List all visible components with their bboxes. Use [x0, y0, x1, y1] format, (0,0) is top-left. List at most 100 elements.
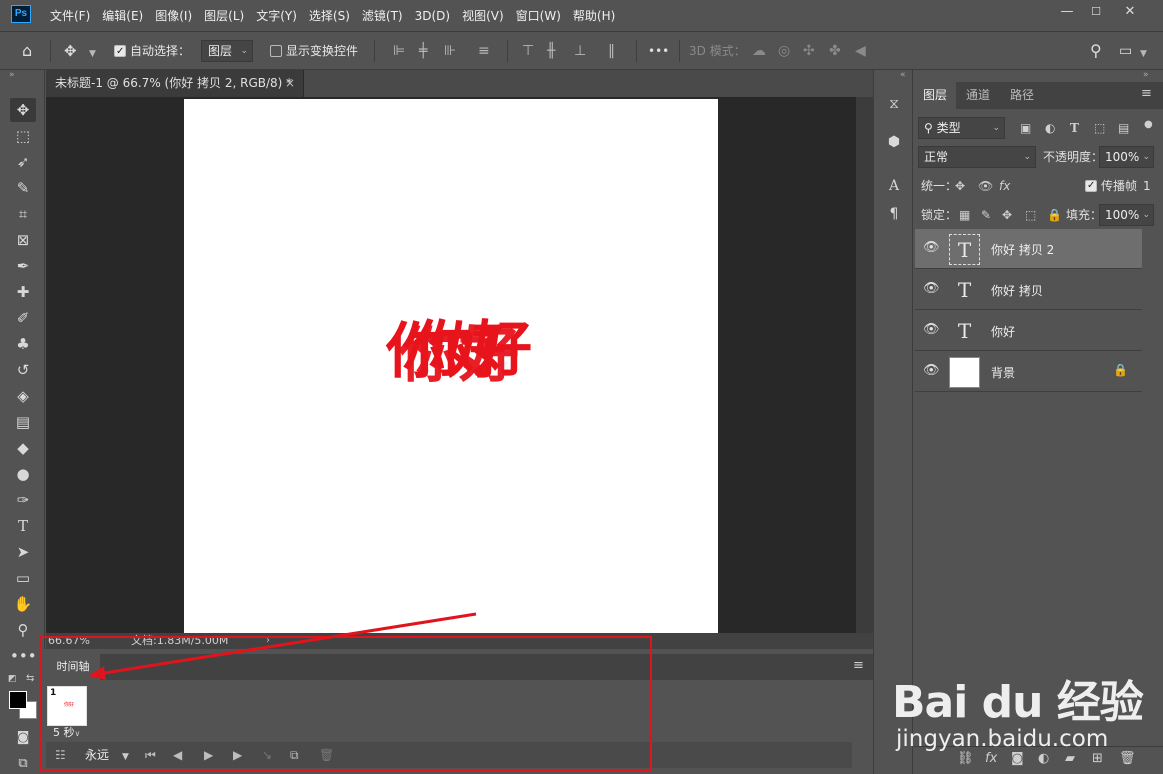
filter-smart-object-icon[interactable]: ▤ — [1118, 119, 1129, 137]
collapse-arrows-icon[interactable]: » — [9, 70, 15, 80]
collapse-arrows-icon[interactable]: « — [900, 70, 906, 80]
checkbox-unchecked-icon[interactable] — [270, 45, 282, 57]
stamp-tool-icon[interactable]: ♣ — [10, 332, 36, 356]
propagate-frame-checkbox[interactable]: 传播帧 — [1085, 177, 1137, 195]
layer-row[interactable]: 👁 T 你好 — [915, 311, 1142, 351]
checkbox-checked-icon[interactable] — [114, 42, 126, 62]
menu-item-6[interactable]: 滤镜(T) — [356, 7, 409, 24]
healing-brush-tool-icon[interactable]: ✚ — [10, 280, 36, 304]
menu-item-10[interactable]: 帮助(H) — [567, 7, 621, 24]
auto-select-target-dropdown[interactable]: 图层 ⌄ — [201, 40, 253, 62]
align-vcenter-icon[interactable]: ╫ — [547, 42, 555, 60]
lock-all-icon[interactable]: 🔒 — [1047, 206, 1062, 224]
foreground-color-swatch[interactable] — [9, 691, 27, 709]
eye-icon[interactable]: 👁 — [923, 322, 940, 337]
layers-panel-menu-icon[interactable]: ≡ — [1141, 86, 1152, 101]
brush-tool-icon[interactable]: ✐ — [10, 306, 36, 330]
blend-mode-dropdown[interactable]: 正常 ⌄ — [918, 146, 1036, 168]
unify-position-icon[interactable]: ✥ — [955, 177, 965, 195]
lock-pixels-icon[interactable]: ✎ — [981, 206, 991, 224]
opacity-input[interactable]: 100% ⌄ — [1099, 146, 1154, 168]
document-tab[interactable]: 未标题-1 @ 66.7% (你好 拷贝 2, RGB/8) * × — [46, 70, 304, 97]
more-options-button[interactable]: ••• — [648, 41, 669, 61]
3d-camera-icon[interactable]: ◀ — [855, 42, 866, 60]
eye-icon[interactable]: 👁 — [923, 363, 940, 378]
menu-item-3[interactable]: 图层(L) — [198, 7, 250, 24]
document-canvas[interactable]: 你好 你好 你好 — [184, 99, 718, 633]
dodge-tool-icon[interactable]: ● — [10, 462, 36, 486]
align-top-icon[interactable]: ⊤ — [522, 42, 534, 60]
frame-tool-icon[interactable]: ⊠ — [10, 228, 36, 252]
blur-tool-icon[interactable]: ◆ — [10, 436, 36, 460]
minimize-button[interactable]: — — [1052, 2, 1082, 22]
close-window-button[interactable]: ✕ — [1115, 2, 1145, 22]
3d-slide-icon[interactable]: ✤ — [829, 42, 841, 60]
unify-style-icon[interactable]: fx — [999, 177, 1010, 195]
3d-panel-icon[interactable]: ⬢ — [881, 130, 907, 154]
fill-input[interactable]: 100% ⌄ — [1099, 204, 1154, 226]
checkbox-checked-icon[interactable] — [1085, 177, 1097, 195]
hand-tool-icon[interactable]: ✋ — [10, 592, 36, 616]
close-tab-icon[interactable]: × — [285, 70, 295, 97]
type-tool-icon[interactable]: T — [10, 514, 36, 538]
screen-mode-icon[interactable]: ⧉ — [10, 752, 36, 774]
quick-mask-icon[interactable]: ◙ — [10, 726, 36, 750]
eyedropper-tool-icon[interactable]: ✒ — [10, 254, 36, 278]
history-brush-tool-icon[interactable]: ↺ — [10, 358, 36, 382]
eye-icon[interactable]: 👁 — [923, 240, 940, 255]
path-select-tool-icon[interactable]: ➤ — [10, 540, 36, 564]
filter-toggle-icon[interactable]: ● — [1144, 116, 1153, 134]
move-tool-preset-icon[interactable]: ✥ — [64, 42, 77, 60]
tab-paths[interactable]: 路径 — [1001, 82, 1043, 109]
move-tool-icon[interactable]: ✥ — [10, 98, 36, 122]
tab-layers[interactable]: 图层 — [914, 82, 957, 109]
marquee-tool-icon[interactable]: ⬚ — [10, 124, 36, 148]
menu-item-1[interactable]: 编辑(E) — [96, 7, 149, 24]
align-right-icon[interactable]: ⊪ — [444, 42, 456, 60]
layer-row[interactable]: 👁 T 你好 拷贝 2 — [915, 229, 1142, 269]
menu-item-2[interactable]: 图像(I) — [149, 7, 198, 24]
distribute-horizontal-icon[interactable]: ‖ — [608, 42, 615, 60]
filter-pixel-icon[interactable]: ▣ — [1020, 119, 1031, 137]
auto-select-checkbox[interactable]: 自动选择： — [114, 41, 190, 62]
distribute-vertical-icon[interactable]: ≡ — [478, 42, 490, 60]
crop-tool-icon[interactable]: ⌗ — [10, 202, 36, 226]
lock-artboard-icon[interactable]: ⬚ — [1025, 206, 1036, 224]
layer-filter-dropdown[interactable]: ⚲ 类型 ⌄ — [918, 117, 1005, 139]
lock-transparency-icon[interactable]: ▦ — [959, 206, 970, 224]
search-icon[interactable]: ⚲ — [1090, 42, 1102, 60]
align-left-icon[interactable]: ⊫ — [393, 42, 405, 60]
filter-shape-icon[interactable]: ⬚ — [1094, 119, 1105, 137]
history-panel-icon[interactable]: ⧖ — [881, 92, 907, 116]
chevron-down-icon[interactable]: ▼ — [1140, 45, 1147, 63]
lasso-tool-icon[interactable]: ➶ — [10, 150, 36, 174]
3d-drag-icon[interactable]: ✣ — [803, 42, 815, 60]
quick-select-tool-icon[interactable]: ✎ — [10, 176, 36, 200]
collapse-arrows-icon[interactable]: » — [1143, 70, 1149, 80]
workspace-icon[interactable]: ▭ — [1119, 42, 1132, 60]
unify-visibility-icon[interactable]: 👁 — [978, 177, 993, 195]
3d-orbit-icon[interactable]: ☁ — [752, 42, 766, 60]
show-transform-checkbox[interactable]: 显示变换控件 — [270, 41, 358, 61]
layer-row[interactable]: 👁 背景 🔒 — [915, 352, 1142, 392]
eye-icon[interactable]: 👁 — [923, 281, 940, 296]
menu-item-7[interactable]: 3D(D) — [409, 9, 456, 23]
character-panel-icon[interactable]: A — [881, 174, 907, 198]
menu-item-5[interactable]: 选择(S) — [303, 7, 356, 24]
menu-item-4[interactable]: 文字(Y) — [250, 7, 303, 24]
rectangle-tool-icon[interactable]: ▭ — [10, 566, 36, 590]
edit-toolbar-icon[interactable]: ••• — [10, 644, 37, 668]
gradient-tool-icon[interactable]: ▤ — [10, 410, 36, 434]
default-colors-icon[interactable]: ◩ — [8, 674, 17, 684]
menu-item-0[interactable]: 文件(F) — [44, 7, 96, 24]
menu-item-9[interactable]: 窗口(W) — [510, 7, 567, 24]
home-icon[interactable]: ⌂ — [22, 42, 32, 60]
menu-item-8[interactable]: 视图(V) — [456, 7, 510, 24]
align-bottom-icon[interactable]: ⊥ — [574, 42, 586, 60]
vertical-scrollbar[interactable] — [856, 97, 873, 633]
align-hcenter-icon[interactable]: ╪ — [419, 42, 427, 60]
3d-roll-icon[interactable]: ◎ — [778, 42, 790, 60]
filter-adjustment-icon[interactable]: ◐ — [1045, 119, 1055, 137]
layer-row[interactable]: 👁 T 你好 拷贝 — [915, 270, 1142, 310]
lock-position-icon[interactable]: ✥ — [1002, 206, 1012, 224]
